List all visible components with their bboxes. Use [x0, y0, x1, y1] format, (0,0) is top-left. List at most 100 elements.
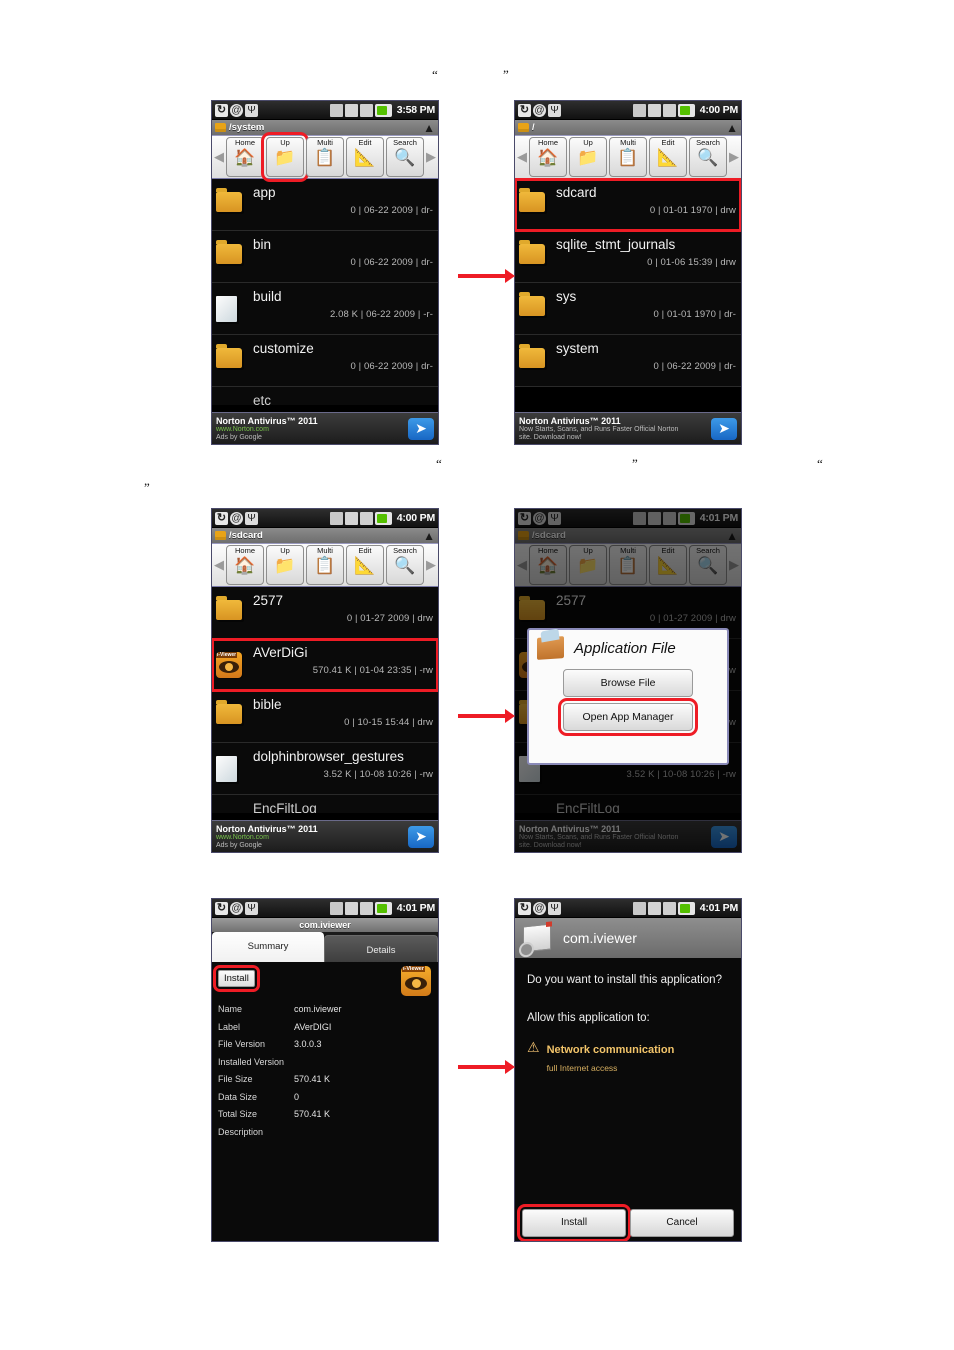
- toolbar-scroll-left-icon[interactable]: ◀: [213, 557, 225, 573]
- sim-icon: [647, 103, 661, 117]
- battery-icon: [374, 511, 392, 525]
- field-value: AVerDIGI: [294, 1021, 332, 1032]
- cancel-button[interactable]: Cancel: [630, 1209, 734, 1237]
- ad-banner[interactable]: Norton Antivirus™ 2011 www.Norton.com Ad…: [212, 820, 438, 852]
- table-row[interactable]: dolphinbrowser_gestures 3.52 K | 10-08 1…: [212, 743, 438, 795]
- table-row[interactable]: customize 0 | 06-22 2009 | dr-: [212, 335, 438, 387]
- magnifier-icon: 🔍: [394, 148, 416, 167]
- toolbar-label-home: Home: [234, 546, 255, 555]
- folder-icon: [216, 700, 244, 732]
- field-key: Label: [218, 1021, 241, 1032]
- toolbar-button-edit[interactable]: Edit 📐: [649, 137, 687, 177]
- ad-line-2: Ads by Google: [216, 433, 262, 441]
- toolbar-label-search: Search: [393, 138, 417, 147]
- email-icon: @: [533, 901, 546, 915]
- status-left-icons: ↻ @ Ψ: [215, 103, 258, 117]
- folder-icon: [519, 344, 547, 376]
- toolbar-label-up: Up: [280, 138, 290, 147]
- up-folder-icon: 📁: [577, 148, 599, 167]
- file-info: 0 | 06-22 2009 | dr-: [350, 361, 433, 372]
- phone-screenshot-installer: ↻ @ Ψ 4:01 PM com.iviewer Do you want to…: [514, 898, 742, 1242]
- edit-tools-icon: 📐: [657, 148, 679, 167]
- signal-icon: [359, 511, 373, 525]
- toolbar-scroll-left-icon[interactable]: ◀: [516, 149, 528, 165]
- install-button[interactable]: Install: [517, 1204, 631, 1241]
- table-row: Label AVerDIGI: [218, 1019, 432, 1037]
- table-row[interactable]: build 2.08 K | 06-22 2009 | -r-: [212, 283, 438, 335]
- tab-summary[interactable]: Summary: [212, 932, 324, 962]
- file-name: system: [556, 341, 599, 356]
- stray-quote: “: [436, 456, 442, 471]
- status-clock: 3:58 PM: [396, 104, 435, 116]
- table-row: Name com.iviewer: [218, 1001, 432, 1019]
- table-row[interactable]: sys 0 | 01-01 1970 | dr-: [515, 283, 741, 335]
- up-arrow-icon[interactable]: ▲: [423, 122, 435, 134]
- toolbar-button-home[interactable]: Home 🏠: [226, 137, 264, 177]
- table-row[interactable]: i-Viewer AVerDiGi 570.41 K | 01-04 23:35…: [212, 638, 438, 692]
- ad-banner[interactable]: Norton Antivirus™ 2011 Now Starts, Scans…: [515, 412, 741, 444]
- toolbar-button-multi[interactable]: Multi 📋: [306, 545, 344, 585]
- up-arrow-icon[interactable]: ▲: [423, 530, 435, 542]
- toolbar-scroll-right-icon[interactable]: ▶: [425, 557, 437, 573]
- toolbar-label-up: Up: [280, 546, 290, 555]
- ad-arrow-icon[interactable]: ➤: [711, 417, 737, 440]
- page-title: com.iviewer: [563, 930, 637, 946]
- file-info: 0 | 01-01 1970 | drw: [649, 205, 736, 216]
- browse-file-button[interactable]: Browse File: [563, 669, 693, 697]
- toolbar-scroll-right-icon[interactable]: ▶: [728, 149, 740, 165]
- toolbar: ◀ Home 🏠 Up 📁 Multi 📋 Edit 📐 Search 🔍 ▶: [515, 135, 741, 179]
- file-name: 2577: [253, 593, 284, 608]
- installer-footer: Install Cancel: [515, 1204, 741, 1241]
- ad-arrow-icon[interactable]: ➤: [408, 825, 434, 848]
- table-row[interactable]: app 0 | 06-22 2009 | dr-: [212, 179, 438, 231]
- clipboard-icon: 📋: [314, 148, 336, 167]
- table-row: Total Size 570.41 K: [218, 1106, 432, 1124]
- toolbar-button-up[interactable]: Up 📁: [261, 132, 309, 182]
- file-icon: [216, 808, 244, 813]
- path-bar: /sdcard ▲: [212, 528, 438, 543]
- toolbar-label-home: Home: [537, 138, 558, 147]
- application-file-dialog: Application File Browse File Open App Ma…: [527, 628, 729, 765]
- table-row: Installed Version: [218, 1054, 432, 1072]
- toolbar-button-search[interactable]: Search 🔍: [689, 137, 727, 177]
- table-row[interactable]: EncFiltLog: [212, 795, 438, 813]
- field-value: com.iviewer: [294, 1004, 342, 1014]
- toolbar-button-search[interactable]: Search 🔍: [386, 137, 424, 177]
- open-app-manager-button[interactable]: Open App Manager: [558, 698, 698, 736]
- toolbar-button-edit[interactable]: Edit 📐: [346, 137, 384, 177]
- toolbar-button-search[interactable]: Search 🔍: [386, 545, 424, 585]
- sim-icon: [344, 511, 358, 525]
- flow-arrow-2: [458, 709, 515, 723]
- toolbar-scroll-right-icon[interactable]: ▶: [425, 149, 437, 165]
- ad-banner[interactable]: Norton Antivirus™ 2011 www.Norton.com Ad…: [212, 412, 438, 444]
- toolbar-button-home[interactable]: Home 🏠: [529, 137, 567, 177]
- toolbar-button-up[interactable]: Up 📁: [569, 137, 607, 177]
- tab-details[interactable]: Details: [324, 935, 438, 962]
- toolbar-button-multi[interactable]: Multi 📋: [609, 137, 647, 177]
- phone-screenshot-sdcard-browser: ↻ @ Ψ 4:00 PM /sdcard ▲ ◀ Home 🏠 Up 📁 Mu…: [211, 508, 439, 853]
- toolbar-scroll-left-icon[interactable]: ◀: [213, 149, 225, 165]
- table-row[interactable]: bin 0 | 06-22 2009 | dr-: [212, 231, 438, 283]
- sync-icon: ↻: [215, 511, 228, 525]
- toolbar-label-edit: Edit: [661, 138, 675, 147]
- toolbar-button-home[interactable]: Home 🏠: [226, 545, 264, 585]
- folder-icon: [518, 123, 529, 132]
- ad-arrow-icon[interactable]: ➤: [408, 417, 434, 440]
- table-row[interactable]: bible 0 | 10-15 15:44 | drw: [212, 691, 438, 743]
- package-box-icon: [537, 636, 564, 660]
- table-row[interactable]: sqlite_stmt_journals 0 | 01-06 15:39 | d…: [515, 231, 741, 283]
- up-arrow-icon[interactable]: ▲: [726, 122, 738, 134]
- toolbar-button-up[interactable]: Up 📁: [266, 545, 304, 585]
- toolbar-button-edit[interactable]: Edit 📐: [346, 545, 384, 585]
- magnifier-icon: 🔍: [394, 556, 416, 575]
- table-row[interactable]: 2577 0 | 01-27 2009 | drw: [212, 587, 438, 639]
- toolbar-button-multi[interactable]: Multi 📋: [306, 137, 344, 177]
- sdcard-icon: [329, 103, 343, 117]
- table-row[interactable]: system 0 | 06-22 2009 | dr-: [515, 335, 741, 387]
- status-clock: 4:00 PM: [699, 104, 738, 116]
- toolbar: ◀ Home 🏠 Up 📁 Multi 📋 Edit 📐 Search 🔍 ▶: [212, 543, 438, 587]
- install-button[interactable]: Install: [213, 965, 260, 992]
- table-row[interactable]: etc: [212, 387, 438, 405]
- table-row[interactable]: sdcard 0 | 01-01 1970 | drw: [515, 178, 741, 232]
- app-icon: i-Viewer: [216, 652, 244, 680]
